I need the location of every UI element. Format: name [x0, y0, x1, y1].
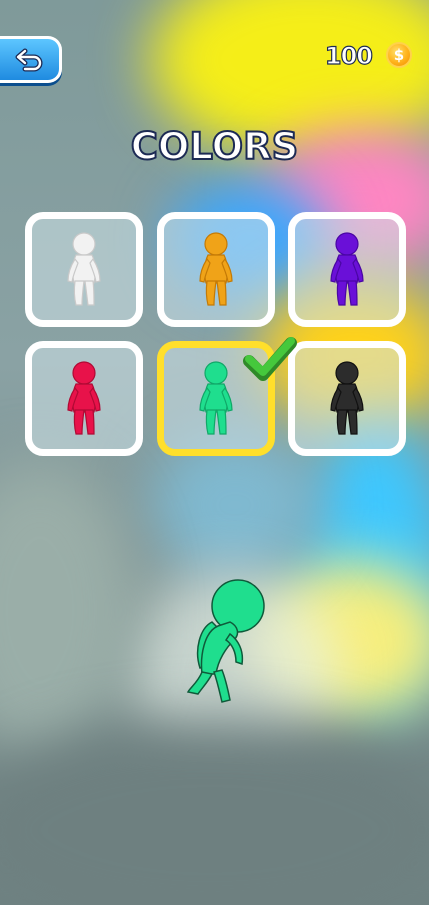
- preview-character: [186, 579, 265, 703]
- color-slot-purple[interactable]: [288, 212, 406, 327]
- orange-character-icon: [199, 232, 233, 306]
- coin-count: 100: [324, 41, 373, 70]
- undo-arrow-icon: [15, 48, 42, 71]
- red-character-icon: [67, 361, 101, 435]
- color-slot-red[interactable]: [25, 341, 143, 456]
- page-title: COLORS: [130, 124, 299, 169]
- coin-icon: $: [386, 42, 412, 68]
- color-slot-white[interactable]: [25, 212, 143, 327]
- checkmark-icon: [243, 337, 297, 381]
- color-slot-black[interactable]: [288, 341, 406, 456]
- purple-character-icon: [330, 232, 364, 306]
- back-button[interactable]: [0, 36, 62, 83]
- black-character-icon: [330, 361, 364, 435]
- color-slot-orange[interactable]: [157, 212, 275, 327]
- white-character-icon: [67, 232, 101, 306]
